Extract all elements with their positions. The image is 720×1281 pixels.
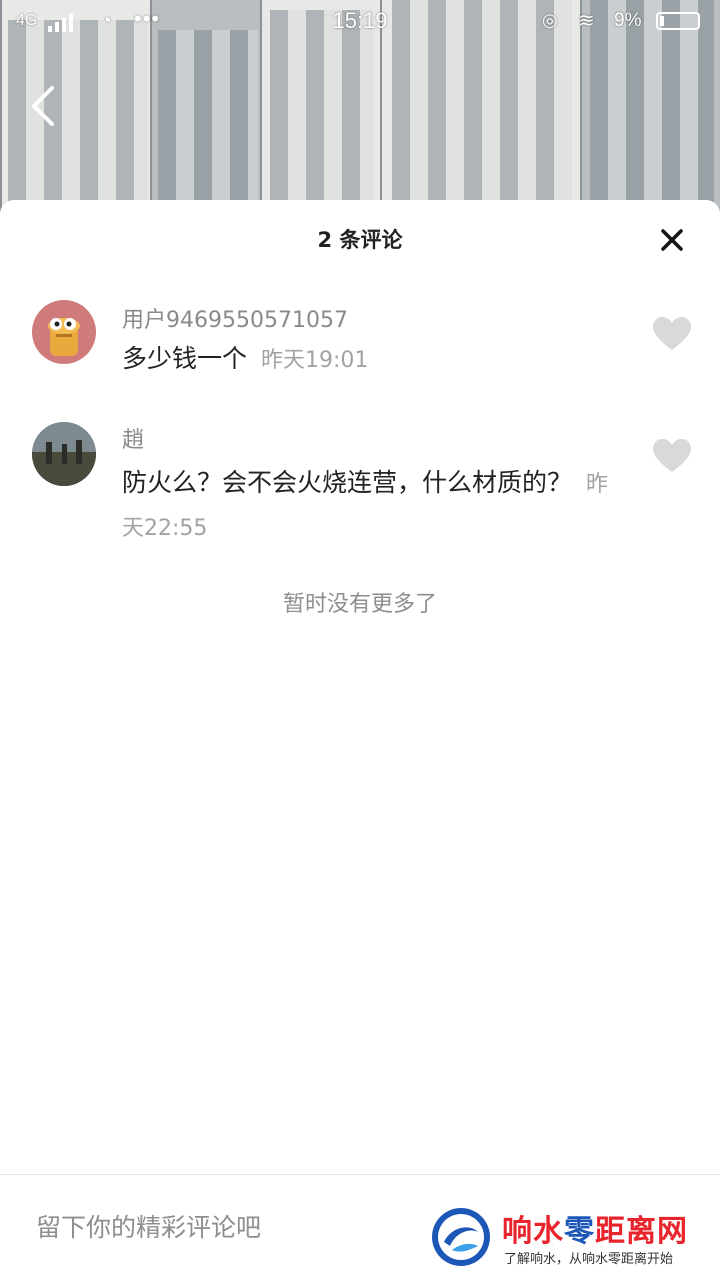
watermark-title-part: 距离网 <box>595 1214 688 1249</box>
comment-text: 防火么？会不会火烧连营，什么材质的？ <box>122 468 573 497</box>
comment-count-title: 2 条评论 <box>317 228 403 252</box>
avatar-photo-icon <box>32 422 96 486</box>
avatar-cartoon-icon <box>48 318 80 356</box>
comment-text: 多少钱一个 <box>122 344 248 373</box>
close-icon[interactable] <box>656 224 688 256</box>
watermark: 响水零距离网 了解响水，从响水零距离开始 <box>430 1204 720 1274</box>
like-heart-icon[interactable] <box>652 316 692 352</box>
comment-input[interactable] <box>34 1203 418 1251</box>
watermark-logo-icon <box>432 1208 490 1266</box>
comment-username[interactable]: 用户9469550571057 <box>122 302 348 334</box>
watermark-title-part: 响水 <box>502 1214 564 1249</box>
like-heart-icon[interactable] <box>652 438 692 474</box>
comments-panel: 2 条评论 用户9469550571057 多少钱一个 昨天19:01 趙 防火… <box>0 200 720 1280</box>
comment-username[interactable]: 趙 <box>122 422 144 454</box>
status-bar: 4G ◔ ••• 15:19 ◎ ≋ 9% <box>0 0 720 44</box>
no-more-comments-label: 暂时没有更多了 <box>282 592 437 617</box>
do-not-disturb-icon: ◎ <box>542 10 558 30</box>
comment-time: 昨天19:01 <box>261 348 369 373</box>
watermark-title-part: 零 <box>564 1214 595 1249</box>
watermark-subtitle: 了解响水，从响水零距离开始 <box>504 1252 674 1267</box>
back-arrow-icon[interactable] <box>26 84 60 128</box>
wifi-icon: ≋ <box>578 10 595 32</box>
battery-percent: 9% <box>614 10 642 31</box>
comment-body: 多少钱一个 昨天19:01 <box>122 338 622 382</box>
watermark-title: 响水零距离网 <box>502 1206 688 1250</box>
comment-body: 防火么？会不会火烧连营，什么材质的？ 昨天22:55 <box>122 462 622 550</box>
clock: 15:19 <box>332 8 388 33</box>
avatar[interactable] <box>32 300 96 364</box>
avatar[interactable] <box>32 422 96 486</box>
battery-icon <box>656 12 700 30</box>
